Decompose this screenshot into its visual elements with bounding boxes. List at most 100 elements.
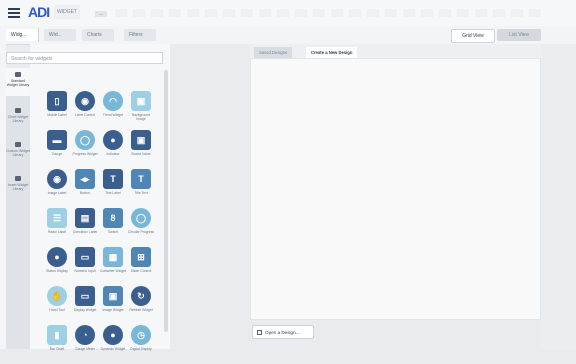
ring-icon: ◯	[75, 130, 95, 150]
widget-label: Indicator	[106, 152, 120, 156]
widget-tile[interactable]: T Title Text	[128, 169, 156, 208]
custom-icon	[15, 142, 21, 147]
widget-scrollbar[interactable]	[164, 70, 168, 332]
widget-tile[interactable]: ▮ Bar Chart	[44, 325, 72, 364]
widget-label: Image Widget	[102, 308, 124, 312]
widget-label: Digital Display	[130, 347, 152, 351]
widget-tile[interactable]: ● Indicator	[100, 130, 128, 169]
clock-icon: ◷	[131, 325, 151, 345]
widget-label: Button	[80, 191, 90, 195]
category-asset[interactable]: Asset Widget Library	[6, 172, 30, 200]
widget-tile[interactable]: ▣ Image Widget	[100, 286, 128, 325]
widget-tile[interactable]: ◯ Circular Progress	[128, 208, 156, 247]
input-icon: ▭	[75, 247, 95, 267]
widget-label: Checkbox Label	[72, 230, 98, 234]
widget-tile[interactable]: ▦ Container Widget	[100, 247, 128, 286]
widget-label: Status Display	[46, 269, 68, 273]
grid-view-button[interactable]: Grid View	[451, 29, 495, 43]
widget-tile[interactable]: ◯ Progress Widget	[72, 130, 100, 169]
app-logo: ADI	[28, 4, 50, 20]
category-standard[interactable]: Standard Widget Library	[6, 68, 30, 96]
widget-tile[interactable]: ↻ Refresh Widget	[128, 286, 156, 325]
widget-tile[interactable]: 8 Switch	[100, 208, 128, 247]
widget-tile[interactable]: ▬ Gauge	[44, 130, 72, 169]
image-icon: ▣	[103, 286, 123, 306]
widgets-icon	[15, 72, 21, 77]
widget-tile[interactable]: ◉ Image Label	[44, 169, 72, 208]
menu-icon[interactable]	[8, 8, 20, 18]
widget-tile[interactable]: ⊞ Slider Control	[128, 247, 156, 286]
widget-label: Trend Widget	[102, 113, 124, 117]
widget-label: Slider Control	[130, 269, 152, 273]
switch-icon: 8	[103, 208, 123, 228]
eye-icon: ◉	[47, 169, 67, 189]
ring-icon: ◯	[131, 208, 151, 228]
design-canvas[interactable]	[250, 58, 541, 320]
widget-tile[interactable]: ◉ Label Control	[72, 91, 100, 130]
display-icon: ▭	[75, 286, 95, 306]
list-view-button[interactable]: List View	[497, 29, 541, 41]
widget-label: Text Label	[105, 191, 121, 195]
widget-label: Bar Chart	[49, 347, 65, 351]
right-gutter	[541, 44, 576, 349]
tab-filters[interactable]: Filters	[124, 29, 156, 41]
category-custom[interactable]: Custom Widget Library	[6, 138, 30, 166]
widget-tile[interactable]: ● Status Display	[44, 247, 72, 286]
eye-icon: ◉	[75, 91, 95, 111]
design-tabs: Saved Designs Create a New Design	[250, 44, 541, 58]
widget-tile[interactable]: ▤ Checkbox Label	[72, 208, 100, 247]
widget-tile[interactable]: T Text Label	[100, 169, 128, 208]
toolbar-divider	[38, 28, 39, 42]
category-chart[interactable]: Chart Widget Library	[6, 104, 30, 132]
top-field[interactable]: —	[95, 11, 107, 17]
widget-label: Background Image	[131, 113, 151, 121]
tab-charts[interactable]: Charts	[82, 29, 114, 41]
top-toolbar-strip	[115, 9, 545, 17]
widget-tile[interactable]: ◷ Digital Display	[128, 325, 156, 364]
search-widgets-input[interactable]: Search for widgets	[6, 52, 163, 64]
gauge-icon: ◠	[103, 91, 123, 111]
widget-tile[interactable]: ◂▸ Button	[72, 169, 100, 208]
app-badge: WIDGET	[54, 5, 80, 19]
tab-saved-designs[interactable]: Saved Designs	[254, 47, 293, 58]
widget-tile[interactable]: ◔ Gauge Meter	[72, 325, 100, 364]
widget-tile[interactable]: ▯ Mobile Label	[44, 91, 72, 130]
widget-tile[interactable]: ▭ Numeric Input	[72, 247, 100, 286]
asset-icon	[15, 176, 21, 181]
widget-tile[interactable]: ● Dynamic Widget	[100, 325, 128, 364]
dot-icon: ●	[103, 130, 123, 150]
widget-tile[interactable]: ☰ Radio Label	[44, 208, 72, 247]
widget-tile[interactable]: ▭ Display Widget	[72, 286, 100, 325]
chart-icon	[15, 108, 21, 113]
form-icon: ▤	[75, 208, 95, 228]
refresh-icon: ↻	[131, 286, 151, 306]
widget-label: Refresh Widget	[129, 308, 153, 312]
widget-label: Boxed Value	[131, 152, 151, 156]
text-icon: T	[103, 169, 123, 189]
text-icon: T	[131, 169, 151, 189]
widget-tile[interactable]: ◠ Trend Widget	[100, 91, 128, 130]
category-rail: Standard Widget Library Chart Widget Lib…	[6, 68, 30, 349]
widget-label: Mobile Label	[47, 113, 67, 117]
widget-grid: ▯ Mobile Label ◉ Label Control ◠ Trend Widget…	[44, 91, 156, 364]
widget-tile[interactable]: ▣ Boxed Value	[128, 130, 156, 169]
tab-widgets-2[interactable]: Wid...	[44, 29, 76, 41]
table-icon: ▦	[103, 247, 123, 267]
top-bar: ADI WIDGET —	[0, 0, 576, 27]
tab-create-new-design[interactable]: Create a New Design	[306, 47, 358, 58]
dot-icon: ●	[103, 325, 123, 345]
open-design-button[interactable]: Open a Design...	[252, 325, 314, 339]
bar-icon: ▬	[47, 130, 67, 150]
widget-tile[interactable]: ✋ Hand Tool	[44, 286, 72, 325]
phone-icon: ▯	[47, 91, 67, 111]
widget-label: Display Widget	[73, 308, 97, 312]
widget-label: Gauge Meter	[75, 347, 95, 351]
widget-label: Switch	[108, 230, 118, 234]
widget-label: Radio Label	[47, 230, 67, 234]
widget-label: Title Text	[134, 191, 148, 195]
widget-label: Progress Widget	[72, 152, 98, 156]
widget-tile[interactable]: ▣ Background Image	[128, 91, 156, 130]
widget-label: Label Control	[74, 113, 96, 117]
widget-label: Image Label	[47, 191, 67, 195]
tab-widgets[interactable]: Widg...	[6, 29, 38, 41]
